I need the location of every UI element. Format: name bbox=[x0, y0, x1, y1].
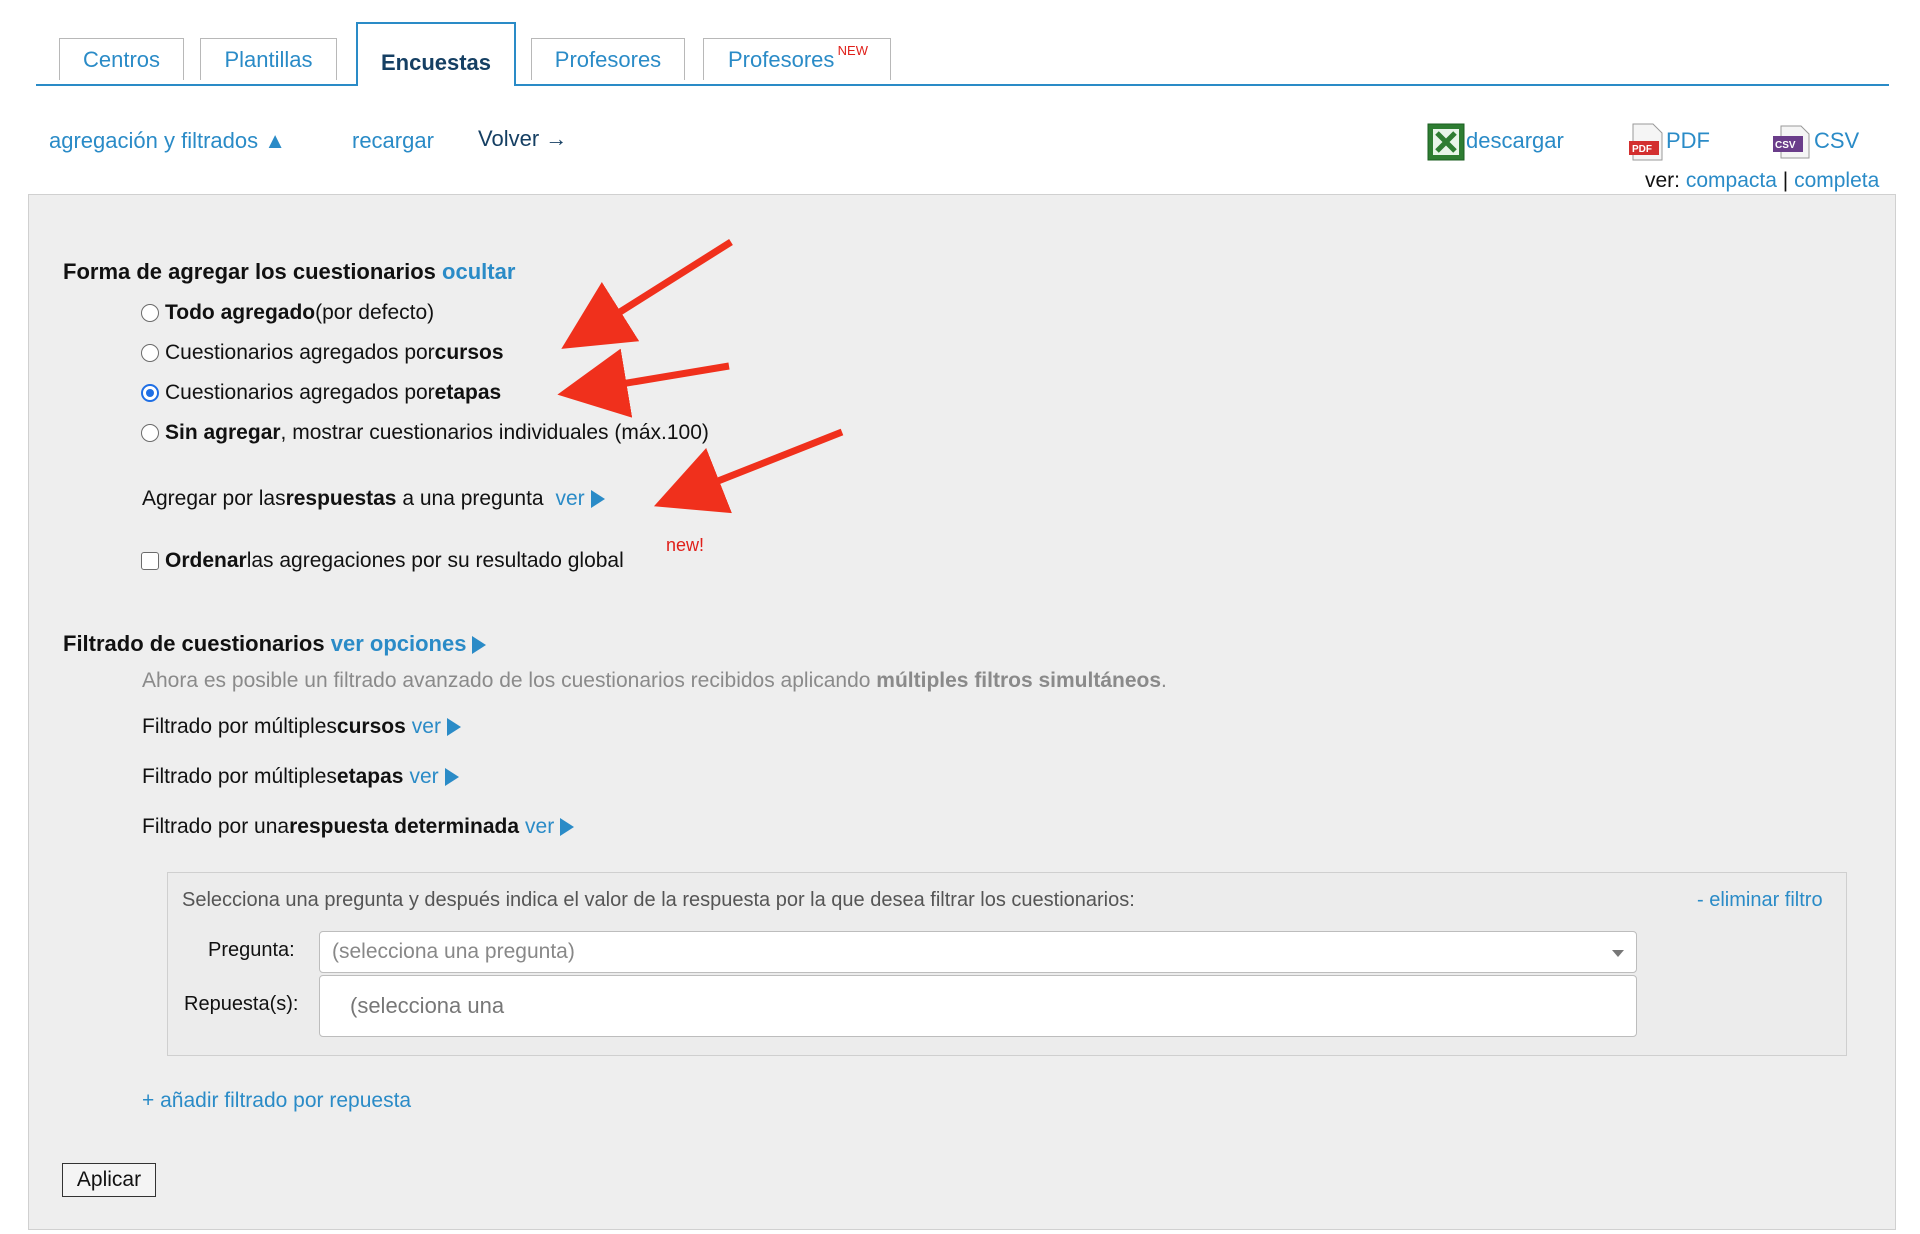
remove-filter-link[interactable]: - eliminar filtro bbox=[1697, 889, 1823, 912]
by-answer-ver-link[interactable]: ver bbox=[555, 487, 584, 511]
view-prefix: ver: bbox=[1645, 169, 1681, 192]
chevron-down-icon bbox=[1612, 950, 1624, 957]
radio-button[interactable] bbox=[141, 424, 159, 442]
new-badge: NEW bbox=[837, 43, 868, 58]
aggregation-filter-panel: ver: compacta | completa Forma de agrega… bbox=[28, 169, 1896, 1230]
expand-triangle-icon[interactable] bbox=[560, 818, 575, 836]
filter-by-courses: Filtrado por múltiples cursos ver bbox=[142, 715, 461, 739]
answer-filter-box: Selecciona una pregunta y después indica… bbox=[167, 872, 1847, 1056]
filter-by-answer: Filtrado por una respuesta determinada v… bbox=[142, 815, 575, 839]
download-link[interactable]: descargar bbox=[1466, 128, 1564, 154]
view-compact-link[interactable]: compacta bbox=[1686, 169, 1777, 192]
filter-bold: respuesta determinada bbox=[289, 815, 520, 838]
view-options-link[interactable]: ver opciones bbox=[331, 631, 467, 656]
apply-label: Aplicar bbox=[76, 1168, 142, 1191]
tab-centros[interactable]: Centros bbox=[59, 38, 184, 80]
view-mode-selector: ver: compacta | completa bbox=[1645, 169, 1879, 193]
tab-label: Profesores bbox=[728, 46, 835, 72]
view-separator: | bbox=[1782, 169, 1789, 192]
by-answer-bold: respuestas bbox=[285, 487, 397, 510]
aggregation-section-title: Forma de agregar los cuestionarios ocult… bbox=[63, 259, 515, 285]
filter-by-stages: Filtrado por múltiples etapas ver bbox=[142, 765, 459, 789]
option-bold: Sin agregar bbox=[165, 421, 281, 444]
aggregate-by-answer: Agregar por las respuestas a una pregunt… bbox=[142, 487, 605, 511]
expand-triangle-icon[interactable] bbox=[590, 490, 605, 508]
option-text: , mostrar cuestionarios individuales (má… bbox=[280, 421, 709, 444]
filtering-info-text: Ahora es posible un filtrado avanzado de… bbox=[142, 669, 1167, 693]
by-answer-rest: a una pregunta bbox=[396, 487, 550, 510]
tab-bar: Centros Plantillas Encuestas Profesores … bbox=[36, 22, 1889, 86]
filter-text: Filtrado por múltiples bbox=[142, 765, 337, 788]
question-placeholder: (selecciona una pregunta) bbox=[332, 940, 575, 963]
option-text: Cuestionarios agregados por bbox=[165, 381, 435, 404]
filter-answer-ver-link[interactable]: ver bbox=[525, 815, 554, 839]
option-text: (por defecto) bbox=[315, 301, 435, 324]
option-bold: Todo agregado bbox=[165, 301, 316, 324]
question-label: Pregunta: bbox=[208, 939, 295, 961]
add-answer-filter-link[interactable]: + añadir filtrado por repuesta bbox=[142, 1089, 411, 1113]
view-full-link[interactable]: completa bbox=[1794, 169, 1879, 192]
aggregation-option-none[interactable]: Sin agregar, mostrar cuestionarios indiv… bbox=[141, 421, 709, 445]
apply-button[interactable]: Aplicar bbox=[62, 1163, 156, 1197]
filtering-title: Filtrado de cuestionarios bbox=[63, 631, 325, 656]
radio-button[interactable] bbox=[141, 304, 159, 322]
filter-text: Filtrado por una bbox=[142, 815, 290, 838]
csv-link[interactable]: CSV bbox=[1814, 128, 1859, 154]
filter-courses-ver-link[interactable]: ver bbox=[412, 715, 441, 739]
option-text: Cuestionarios agregados por bbox=[165, 341, 435, 364]
aggregation-title: Forma de agregar los cuestionarios bbox=[63, 259, 436, 284]
info-post: . bbox=[1161, 669, 1167, 692]
order-aggregations-option[interactable]: Ordenar las agregaciones por su resultad… bbox=[141, 549, 624, 573]
filter-bold: etapas bbox=[336, 765, 404, 788]
tab-encuestas[interactable]: Encuestas bbox=[356, 22, 516, 86]
aggregation-option-courses[interactable]: Cuestionarios agregados por cursos bbox=[141, 341, 504, 365]
answers-multiselect[interactable]: (selecciona una bbox=[319, 975, 1637, 1037]
order-bold: Ordenar bbox=[165, 549, 247, 572]
svg-text:CSV: CSV bbox=[1775, 140, 1796, 151]
tab-plantillas[interactable]: Plantillas bbox=[200, 38, 337, 80]
pdf-link[interactable]: PDF bbox=[1666, 128, 1710, 154]
hide-link[interactable]: ocultar bbox=[442, 259, 515, 284]
new-badge: new! bbox=[666, 535, 705, 555]
aggregation-toggle-link[interactable]: agregación y filtrados ▲ bbox=[49, 128, 286, 154]
by-answer-text: Agregar por las bbox=[142, 487, 286, 510]
svg-text:PDF: PDF bbox=[1632, 144, 1652, 155]
excel-icon[interactable] bbox=[1427, 123, 1465, 161]
filter-stages-ver-link[interactable]: ver bbox=[409, 765, 438, 789]
pdf-icon[interactable]: PDF bbox=[1629, 123, 1663, 161]
filter-text: Filtrado por múltiples bbox=[142, 715, 337, 738]
info-bold: múltiples filtros simultáneos bbox=[876, 669, 1162, 692]
tab-label: Centros bbox=[82, 46, 161, 72]
option-bold: cursos bbox=[434, 341, 504, 364]
tab-profesores-new[interactable]: Profesores NEW bbox=[703, 38, 891, 80]
expand-triangle-icon[interactable] bbox=[472, 636, 487, 655]
reload-link[interactable]: recargar bbox=[352, 128, 434, 154]
aggregation-option-all[interactable]: Todo agregado (por defecto) bbox=[141, 301, 434, 325]
order-checkbox[interactable] bbox=[141, 552, 159, 570]
answers-label: Repuesta(s): bbox=[184, 993, 299, 1015]
tab-label: Plantillas bbox=[224, 46, 313, 72]
option-bold: etapas bbox=[434, 381, 502, 404]
radio-button-selected[interactable] bbox=[141, 384, 159, 402]
filtering-section-title: Filtrado de cuestionarios ver opciones bbox=[63, 631, 487, 657]
expand-triangle-icon[interactable] bbox=[446, 718, 461, 736]
answers-placeholder: (selecciona una bbox=[350, 993, 505, 1018]
aggregation-option-stages[interactable]: Cuestionarios agregados por etapas bbox=[141, 381, 501, 405]
info-text: Ahora es posible un filtrado avanzado de… bbox=[142, 669, 877, 692]
tab-label: Encuestas bbox=[380, 50, 492, 75]
filter-bold: cursos bbox=[336, 715, 406, 738]
tab-label: Profesores bbox=[554, 46, 662, 72]
expand-triangle-icon[interactable] bbox=[444, 768, 459, 786]
filter-instruction: Selecciona una pregunta y después indica… bbox=[182, 889, 1135, 911]
order-text: las agregaciones por su resultado global bbox=[246, 549, 624, 572]
question-select[interactable]: (selecciona una pregunta) bbox=[319, 931, 1637, 973]
tab-profesores[interactable]: Profesores bbox=[531, 38, 685, 80]
back-link[interactable]: Volver → bbox=[478, 126, 567, 152]
radio-button[interactable] bbox=[141, 344, 159, 362]
csv-icon[interactable]: CSV bbox=[1773, 123, 1810, 159]
